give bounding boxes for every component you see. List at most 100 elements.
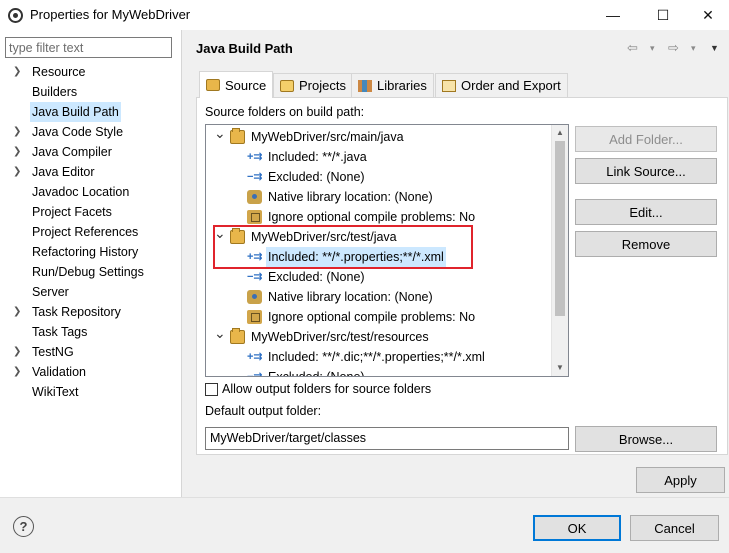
property-page-list: ❯ Resource Builders Java Build Path ❯ Java Co… [0, 62, 181, 402]
sidebar-item-label: Java Code Style [32, 125, 124, 139]
chevron-right-icon[interactable]: ❯ [13, 342, 21, 362]
back-icon[interactable]: ⇦ [627, 40, 638, 56]
sidebar-item-label: Task Tags [32, 325, 88, 339]
tree-attribute-row[interactable]: Ignore optional compile problems: No [206, 207, 552, 227]
exclusion-filter-icon: −⇉ [247, 271, 263, 283]
sidebar-item[interactable]: ❯ Java Editor [0, 162, 181, 182]
help-icon[interactable]: ? [13, 516, 34, 537]
projects-tab-icon [280, 79, 294, 92]
chevron-right-icon[interactable]: ❯ [13, 362, 21, 382]
sidebar-item[interactable]: Builders [0, 82, 181, 102]
sidebar-item[interactable]: Task Tags [0, 322, 181, 342]
sidebar-item[interactable]: ❯ Java Code Style [0, 122, 181, 142]
sidebar-item[interactable]: ❯ Resource [0, 62, 181, 82]
sidebar-item-label: Project Facets [32, 205, 112, 219]
sidebar-item[interactable]: ❯ Java Compiler [0, 142, 181, 162]
sidebar-item-label: Server [32, 285, 69, 299]
back-dropdown-icon[interactable]: ▾ [650, 43, 655, 54]
tree-row-label: Included: **/*.dic;**/*.properties;**/*.… [268, 350, 485, 364]
sidebar-item[interactable]: ❯ Validation [0, 362, 181, 382]
forward-dropdown-icon[interactable]: ▾ [691, 43, 696, 54]
tree-attribute-row[interactable]: −⇉ Excluded: (None) [206, 367, 552, 377]
source-folder-icon [230, 128, 245, 144]
scroll-down-icon[interactable]: ▼ [552, 360, 568, 376]
chevron-right-icon[interactable]: ❯ [13, 302, 21, 322]
allow-output-checkbox[interactable] [205, 382, 218, 396]
tab-source[interactable]: Source [199, 71, 274, 98]
eclipse-app-icon [8, 8, 23, 23]
exclusion-filter-icon: −⇉ [247, 371, 263, 377]
source-folder-icon [230, 328, 245, 344]
allow-output-folders-option[interactable]: Allow output folders for source folders [205, 382, 431, 396]
tree-folder-row[interactable]: ⌄ MyWebDriver/src/test/resources [206, 325, 552, 347]
tree-row-label: Excluded: (None) [268, 170, 365, 184]
sidebar-item-label: Java Editor [32, 165, 95, 179]
sidebar-item[interactable]: ❯ TestNG [0, 342, 181, 362]
tree-row-label: MyWebDriver/src/test/resources [251, 330, 429, 344]
tree-attribute-row[interactable]: +⇉ Included: **/*.java [206, 147, 552, 167]
close-button[interactable]: ✕ [685, 0, 729, 30]
tab-projects-label: Projects [299, 78, 346, 93]
tree-vertical-scrollbar[interactable]: ▲ ▼ [551, 125, 568, 376]
tree-attribute-row[interactable]: Ignore optional compile problems: No [206, 307, 552, 327]
tree-folder-row[interactable]: ⌄ MyWebDriver/src/main/java [206, 125, 552, 147]
tab-order-and-export[interactable]: Order and Export [435, 73, 568, 97]
maximize-button[interactable]: ☐ [640, 0, 686, 30]
sidebar-item-label: TestNG [32, 345, 74, 359]
sidebar-item-label: Project References [32, 225, 139, 239]
expand-toggle-icon[interactable]: ⌄ [214, 125, 226, 143]
inclusion-filter-icon: +⇉ [247, 351, 263, 363]
tab-libraries[interactable]: Libraries [351, 73, 434, 97]
scroll-up-icon[interactable]: ▲ [552, 125, 568, 141]
remove-button[interactable]: Remove [575, 231, 717, 257]
edit-button[interactable]: Edit... [575, 199, 717, 225]
tree-attribute-row[interactable]: Native library location: (None) [206, 187, 552, 207]
sidebar-item[interactable]: Refactoring History [0, 242, 181, 262]
expand-toggle-icon[interactable]: ⌄ [214, 323, 226, 343]
sidebar-item[interactable]: Run/Debug Settings [0, 262, 181, 282]
filter-input[interactable] [5, 37, 172, 58]
libraries-tab-icon [358, 79, 372, 92]
sidebar-item[interactable]: Java Build Path [0, 102, 181, 122]
tab-source-label: Source [225, 77, 267, 93]
tree-row-label: Ignore optional compile problems: No [268, 210, 476, 224]
sidebar-item[interactable]: Project References [0, 222, 181, 242]
sidebar-item[interactable]: Server [0, 282, 181, 302]
page-title: Java Build Path [196, 41, 293, 56]
tree-attribute-row[interactable]: +⇉ Included: **/*.dic;**/*.properties;**/… [206, 347, 552, 367]
source-folders-label: Source folders on build path: [205, 105, 365, 119]
tab-order-and-export-label: Order and Export [461, 78, 561, 93]
default-output-folder-field[interactable]: MyWebDriver/target/classes [205, 427, 569, 450]
chevron-right-icon[interactable]: ❯ [13, 162, 21, 182]
sidebar-item-label: WikiText [32, 385, 79, 399]
inclusion-filter-icon: +⇉ [247, 151, 263, 163]
chevron-right-icon[interactable]: ❯ [13, 62, 21, 82]
sidebar-item[interactable]: Javadoc Location [0, 182, 181, 202]
tab-libraries-label: Libraries [377, 78, 427, 93]
scrollbar-thumb[interactable] [555, 141, 565, 316]
minimize-button[interactable]: — [590, 0, 636, 30]
tree-attribute-row[interactable]: −⇉ Excluded: (None) [206, 267, 552, 287]
native-library-icon [247, 190, 262, 204]
tree-attribute-row[interactable]: Native library location: (None) [206, 287, 552, 307]
link-source-button[interactable]: Link Source... [575, 158, 717, 184]
sidebar-item[interactable]: WikiText [0, 382, 181, 402]
chevron-right-icon[interactable]: ❯ [13, 142, 21, 162]
view-menu-icon[interactable]: ▼ [710, 43, 719, 53]
add-folder-button[interactable]: Add Folder... [575, 126, 717, 152]
tab-projects[interactable]: Projects [273, 73, 353, 97]
sidebar-item-label: Resource [32, 65, 86, 79]
sidebar-item[interactable]: ❯ Task Repository [0, 302, 181, 322]
apply-button[interactable]: Apply [636, 467, 725, 493]
forward-icon[interactable]: ⇨ [668, 40, 679, 56]
tree-attribute-row[interactable]: −⇉ Excluded: (None) [206, 167, 552, 187]
sidebar-item[interactable]: Project Facets [0, 202, 181, 222]
ignore-problems-icon [247, 210, 262, 224]
tree-row-label: MyWebDriver/src/main/java [251, 130, 404, 144]
sidebar-item-label: Java Compiler [32, 145, 112, 159]
cancel-button[interactable]: Cancel [630, 515, 719, 541]
chevron-right-icon[interactable]: ❯ [13, 122, 21, 142]
browse-button[interactable]: Browse... [575, 426, 717, 452]
ok-button[interactable]: OK [533, 515, 621, 541]
tree-row-label: Excluded: (None) [268, 270, 365, 284]
